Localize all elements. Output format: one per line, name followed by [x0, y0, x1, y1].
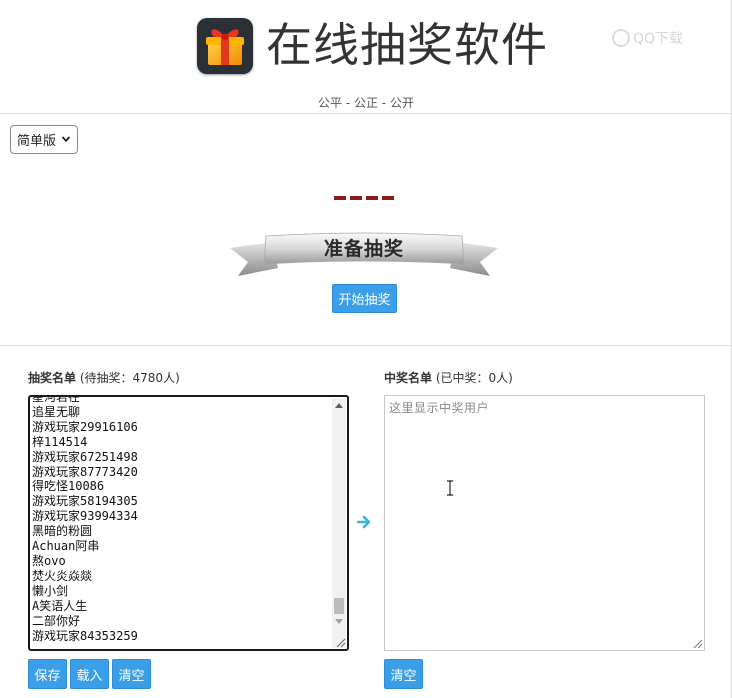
- resize-grip-icon[interactable]: [691, 637, 703, 649]
- pool-scrollbar[interactable]: [332, 398, 346, 648]
- pool-count: (待抽奖：4780人): [79, 371, 180, 385]
- list-item: 熬ovo: [32, 553, 66, 568]
- winners-placeholder: 这里显示中奖用户: [389, 401, 490, 415]
- app-title: 在线抽奖软件: [266, 18, 548, 72]
- list-item: 二部你好: [32, 613, 81, 628]
- scroll-thumb[interactable]: [334, 598, 344, 614]
- list-item: 黑暗的粉圆: [32, 524, 93, 539]
- watermark-text: QQ下载: [633, 31, 684, 47]
- list-item: 游戏玩家84353259: [32, 628, 138, 643]
- draw-status-label: 准备抽奖: [323, 238, 404, 260]
- list-item: 游戏玩家29916106: [32, 419, 138, 434]
- resize-grip-icon[interactable]: [334, 636, 346, 648]
- winners-count: (已中奖：0人): [435, 371, 513, 385]
- list-item: 追星无聊: [32, 404, 81, 419]
- chevron-down-icon: [61, 136, 71, 143]
- watermark: QQ下载: [612, 28, 683, 48]
- clear-pool-button[interactable]: 清空: [112, 659, 151, 689]
- gift-logo-icon: [197, 18, 253, 74]
- arrow-right-icon: [357, 515, 371, 529]
- list-item: 游戏玩家67251498: [32, 449, 138, 464]
- list-item: A笑语人生: [32, 598, 88, 613]
- list-item: Achuan阿串: [32, 539, 100, 554]
- list-item: 懒小剑: [32, 583, 69, 598]
- draw-result-placeholder: [334, 196, 394, 200]
- start-draw-button[interactable]: 开始抽奖: [332, 284, 397, 313]
- winners-label-title: 中奖名单: [384, 371, 433, 385]
- scroll-down-icon[interactable]: [335, 619, 343, 624]
- winners-label: 中奖名单 (已中奖：0人): [384, 369, 513, 386]
- winners-textarea[interactable]: 这里显示中奖用户: [384, 395, 705, 651]
- pool-label-title: 抽奖名单: [28, 371, 77, 385]
- list-item: 游戏玩家87773420: [32, 464, 138, 479]
- clear-winners-button[interactable]: 清空: [384, 659, 423, 689]
- load-button[interactable]: 载入: [70, 659, 109, 689]
- watermark-logo-icon: [612, 29, 630, 47]
- divider: [0, 113, 731, 114]
- pool-name-list: 星河若在 追星无聊 游戏玩家29916106 梓114514 游戏玩家67251498 游…: [32, 395, 331, 643]
- save-button[interactable]: 保存: [28, 659, 67, 689]
- pool-textarea[interactable]: 星河若在 追星无聊 游戏玩家29916106 梓114514 游戏玩家67251498 游…: [28, 395, 349, 651]
- list-item: 星河若在: [32, 395, 81, 404]
- text-cursor-icon: [447, 480, 453, 496]
- list-item: 游戏玩家93994334: [32, 509, 138, 524]
- version-select-value: 简单版: [17, 134, 57, 149]
- pool-label: 抽奖名单 (待抽奖：4780人): [28, 369, 180, 386]
- list-item: 梓114514: [32, 434, 88, 449]
- list-item: 得吃怪10086: [32, 479, 105, 494]
- list-item: 焚火炎焱燚: [32, 568, 93, 583]
- divider: [0, 345, 731, 346]
- subtitle: 公平 - 公正 - 公开: [318, 96, 414, 110]
- version-select[interactable]: 简单版: [10, 125, 78, 154]
- scroll-up-icon[interactable]: [335, 403, 343, 408]
- list-item: 游戏玩家58194305: [32, 494, 138, 509]
